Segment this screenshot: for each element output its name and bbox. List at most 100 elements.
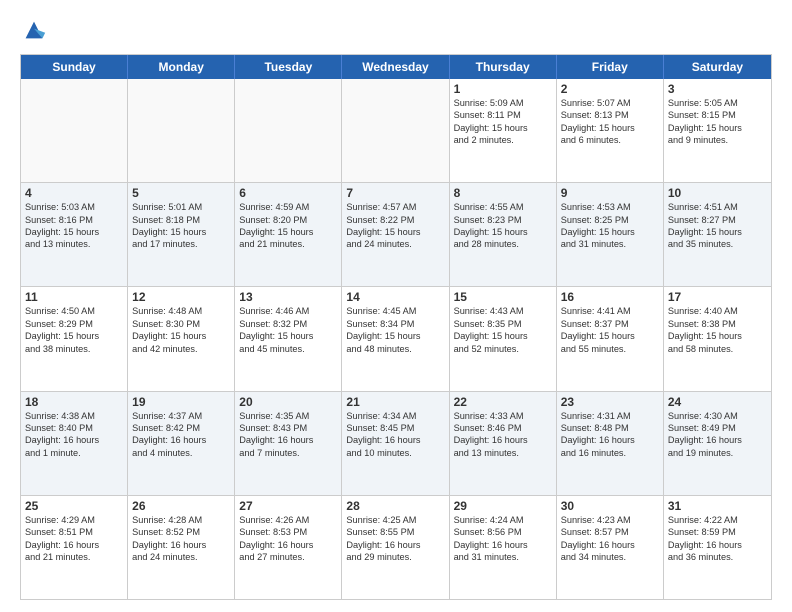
day-number-16: 16 [561,290,659,304]
calendar-body: 1Sunrise: 5:09 AM Sunset: 8:11 PM Daylig… [21,79,771,599]
cell-info-19: Sunrise: 4:37 AM Sunset: 8:42 PM Dayligh… [132,410,230,460]
day-cell-2: 2Sunrise: 5:07 AM Sunset: 8:13 PM Daylig… [557,79,664,182]
day-cell-10: 10Sunrise: 4:51 AM Sunset: 8:27 PM Dayli… [664,183,771,286]
day-number-13: 13 [239,290,337,304]
day-cell-24: 24Sunrise: 4:30 AM Sunset: 8:49 PM Dayli… [664,392,771,495]
cell-info-25: Sunrise: 4:29 AM Sunset: 8:51 PM Dayligh… [25,514,123,564]
day-number-23: 23 [561,395,659,409]
header-day-friday: Friday [557,55,664,79]
day-number-11: 11 [25,290,123,304]
cell-info-4: Sunrise: 5:03 AM Sunset: 8:16 PM Dayligh… [25,201,123,251]
day-cell-19: 19Sunrise: 4:37 AM Sunset: 8:42 PM Dayli… [128,392,235,495]
day-number-3: 3 [668,82,767,96]
cell-info-20: Sunrise: 4:35 AM Sunset: 8:43 PM Dayligh… [239,410,337,460]
day-cell-26: 26Sunrise: 4:28 AM Sunset: 8:52 PM Dayli… [128,496,235,599]
cell-info-15: Sunrise: 4:43 AM Sunset: 8:35 PM Dayligh… [454,305,552,355]
day-cell-28: 28Sunrise: 4:25 AM Sunset: 8:55 PM Dayli… [342,496,449,599]
day-number-5: 5 [132,186,230,200]
cell-info-26: Sunrise: 4:28 AM Sunset: 8:52 PM Dayligh… [132,514,230,564]
day-number-2: 2 [561,82,659,96]
day-number-7: 7 [346,186,444,200]
cell-info-22: Sunrise: 4:33 AM Sunset: 8:46 PM Dayligh… [454,410,552,460]
cell-info-16: Sunrise: 4:41 AM Sunset: 8:37 PM Dayligh… [561,305,659,355]
calendar-header: SundayMondayTuesdayWednesdayThursdayFrid… [21,55,771,79]
day-number-31: 31 [668,499,767,513]
cell-info-17: Sunrise: 4:40 AM Sunset: 8:38 PM Dayligh… [668,305,767,355]
day-number-4: 4 [25,186,123,200]
day-cell-17: 17Sunrise: 4:40 AM Sunset: 8:38 PM Dayli… [664,287,771,390]
day-number-22: 22 [454,395,552,409]
day-number-17: 17 [668,290,767,304]
day-cell-15: 15Sunrise: 4:43 AM Sunset: 8:35 PM Dayli… [450,287,557,390]
day-cell-5: 5Sunrise: 5:01 AM Sunset: 8:18 PM Daylig… [128,183,235,286]
cell-info-2: Sunrise: 5:07 AM Sunset: 8:13 PM Dayligh… [561,97,659,147]
cell-info-6: Sunrise: 4:59 AM Sunset: 8:20 PM Dayligh… [239,201,337,251]
day-number-25: 25 [25,499,123,513]
day-cell-1: 1Sunrise: 5:09 AM Sunset: 8:11 PM Daylig… [450,79,557,182]
day-number-29: 29 [454,499,552,513]
cell-info-23: Sunrise: 4:31 AM Sunset: 8:48 PM Dayligh… [561,410,659,460]
cell-info-28: Sunrise: 4:25 AM Sunset: 8:55 PM Dayligh… [346,514,444,564]
day-cell-30: 30Sunrise: 4:23 AM Sunset: 8:57 PM Dayli… [557,496,664,599]
day-cell-22: 22Sunrise: 4:33 AM Sunset: 8:46 PM Dayli… [450,392,557,495]
day-cell-4: 4Sunrise: 5:03 AM Sunset: 8:16 PM Daylig… [21,183,128,286]
cell-info-1: Sunrise: 5:09 AM Sunset: 8:11 PM Dayligh… [454,97,552,147]
day-cell-3: 3Sunrise: 5:05 AM Sunset: 8:15 PM Daylig… [664,79,771,182]
day-number-14: 14 [346,290,444,304]
empty-cell [235,79,342,182]
day-number-6: 6 [239,186,337,200]
day-cell-8: 8Sunrise: 4:55 AM Sunset: 8:23 PM Daylig… [450,183,557,286]
day-cell-16: 16Sunrise: 4:41 AM Sunset: 8:37 PM Dayli… [557,287,664,390]
calendar-row-3: 11Sunrise: 4:50 AM Sunset: 8:29 PM Dayli… [21,286,771,390]
header [20,16,772,44]
cell-info-12: Sunrise: 4:48 AM Sunset: 8:30 PM Dayligh… [132,305,230,355]
calendar: SundayMondayTuesdayWednesdayThursdayFrid… [20,54,772,600]
day-cell-31: 31Sunrise: 4:22 AM Sunset: 8:59 PM Dayli… [664,496,771,599]
day-number-10: 10 [668,186,767,200]
header-day-saturday: Saturday [664,55,771,79]
day-cell-29: 29Sunrise: 4:24 AM Sunset: 8:56 PM Dayli… [450,496,557,599]
cell-info-29: Sunrise: 4:24 AM Sunset: 8:56 PM Dayligh… [454,514,552,564]
day-number-12: 12 [132,290,230,304]
cell-info-31: Sunrise: 4:22 AM Sunset: 8:59 PM Dayligh… [668,514,767,564]
day-number-18: 18 [25,395,123,409]
logo-icon [20,16,48,44]
day-cell-14: 14Sunrise: 4:45 AM Sunset: 8:34 PM Dayli… [342,287,449,390]
empty-cell [21,79,128,182]
cell-info-10: Sunrise: 4:51 AM Sunset: 8:27 PM Dayligh… [668,201,767,251]
header-day-wednesday: Wednesday [342,55,449,79]
cell-info-14: Sunrise: 4:45 AM Sunset: 8:34 PM Dayligh… [346,305,444,355]
cell-info-13: Sunrise: 4:46 AM Sunset: 8:32 PM Dayligh… [239,305,337,355]
day-cell-9: 9Sunrise: 4:53 AM Sunset: 8:25 PM Daylig… [557,183,664,286]
day-cell-7: 7Sunrise: 4:57 AM Sunset: 8:22 PM Daylig… [342,183,449,286]
day-number-9: 9 [561,186,659,200]
day-number-15: 15 [454,290,552,304]
empty-cell [128,79,235,182]
day-cell-12: 12Sunrise: 4:48 AM Sunset: 8:30 PM Dayli… [128,287,235,390]
day-number-30: 30 [561,499,659,513]
header-day-monday: Monday [128,55,235,79]
header-day-thursday: Thursday [450,55,557,79]
cell-info-8: Sunrise: 4:55 AM Sunset: 8:23 PM Dayligh… [454,201,552,251]
cell-info-7: Sunrise: 4:57 AM Sunset: 8:22 PM Dayligh… [346,201,444,251]
day-cell-27: 27Sunrise: 4:26 AM Sunset: 8:53 PM Dayli… [235,496,342,599]
day-number-24: 24 [668,395,767,409]
cell-info-21: Sunrise: 4:34 AM Sunset: 8:45 PM Dayligh… [346,410,444,460]
day-number-27: 27 [239,499,337,513]
day-number-1: 1 [454,82,552,96]
day-number-21: 21 [346,395,444,409]
day-cell-23: 23Sunrise: 4:31 AM Sunset: 8:48 PM Dayli… [557,392,664,495]
calendar-row-2: 4Sunrise: 5:03 AM Sunset: 8:16 PM Daylig… [21,182,771,286]
cell-info-9: Sunrise: 4:53 AM Sunset: 8:25 PM Dayligh… [561,201,659,251]
day-number-19: 19 [132,395,230,409]
cell-info-30: Sunrise: 4:23 AM Sunset: 8:57 PM Dayligh… [561,514,659,564]
day-number-26: 26 [132,499,230,513]
day-cell-11: 11Sunrise: 4:50 AM Sunset: 8:29 PM Dayli… [21,287,128,390]
header-day-sunday: Sunday [21,55,128,79]
cell-info-3: Sunrise: 5:05 AM Sunset: 8:15 PM Dayligh… [668,97,767,147]
day-cell-25: 25Sunrise: 4:29 AM Sunset: 8:51 PM Dayli… [21,496,128,599]
calendar-row-4: 18Sunrise: 4:38 AM Sunset: 8:40 PM Dayli… [21,391,771,495]
empty-cell [342,79,449,182]
cell-info-27: Sunrise: 4:26 AM Sunset: 8:53 PM Dayligh… [239,514,337,564]
calendar-row-5: 25Sunrise: 4:29 AM Sunset: 8:51 PM Dayli… [21,495,771,599]
